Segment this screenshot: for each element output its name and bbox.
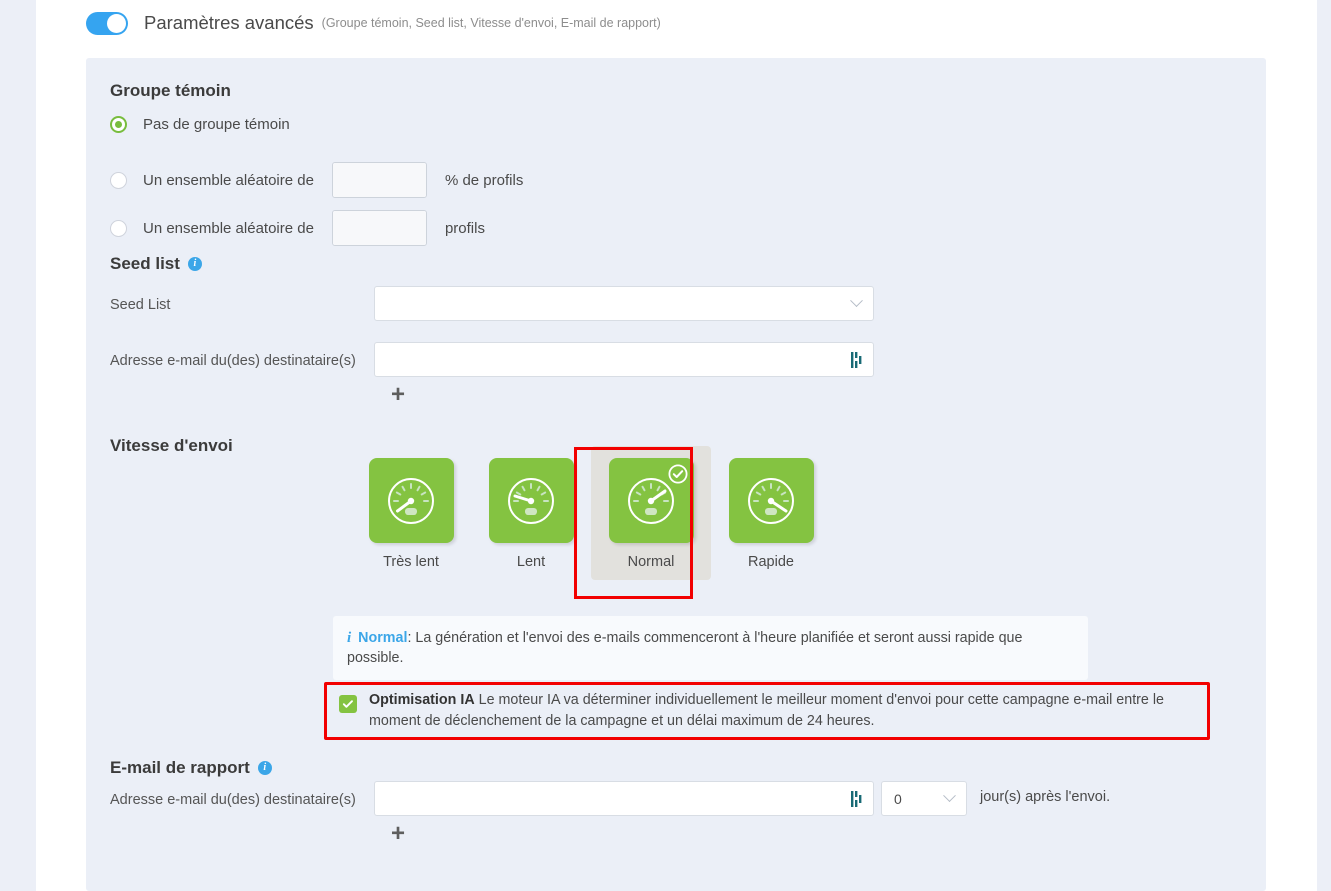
control-group-option-percent[interactable]: Un ensemble aléatoire de % de profils (110, 162, 523, 198)
seed-recipient-label: Adresse e-mail du(des) destinataire(s) (110, 353, 356, 369)
profiles-unit-label: profils (444, 219, 485, 237)
left-page-strip (0, 0, 36, 891)
speed-info-text: : La génération et l'envoi des e-mails c… (347, 630, 1023, 666)
toggle-knob (107, 13, 126, 33)
gauge-icon (388, 477, 434, 524)
info-icon[interactable]: i (187, 257, 202, 271)
report-recipient-label: Adresse e-mail du(des) destinataire(s) (110, 792, 356, 808)
speed-option-rapide[interactable]: Rapide (711, 446, 831, 580)
speed-label-rapide: Rapide (748, 554, 794, 570)
ai-optimisation-checkbox[interactable] (339, 695, 357, 713)
percent-stepper[interactable] (331, 162, 427, 198)
speed-label-lent: Lent (516, 554, 546, 570)
ai-optimisation-text: Optimisation IA Le moteur IA va détermin… (369, 690, 1193, 732)
profiles-stepper[interactable] (331, 210, 427, 246)
profiles-input[interactable] (332, 211, 426, 245)
report-email-heading: E-mail de rapport i (110, 758, 272, 778)
speed-card-tres-lent[interactable] (368, 458, 454, 543)
gauge-icon (508, 477, 554, 524)
report-recipient-email-input[interactable] (387, 782, 849, 815)
speed-card-lent[interactable] (488, 458, 574, 543)
report-recipient-email-field[interactable] (374, 781, 874, 816)
selected-check-icon (667, 464, 688, 484)
seed-recipient-email-field[interactable] (374, 342, 874, 377)
radio-no-control-group[interactable] (110, 116, 127, 133)
radio-random-percent-label: Un ensemble aléatoire de (143, 171, 314, 189)
seed-recipient-email-input[interactable] (387, 343, 849, 376)
radio-no-control-group-label: Pas de groupe témoin (143, 116, 290, 133)
speed-card-normal[interactable] (608, 458, 694, 543)
personalization-icon[interactable] (849, 351, 865, 369)
report-add-recipient-button[interactable]: + (391, 822, 405, 846)
control-group-heading: Groupe témoin (110, 81, 231, 101)
report-email-heading-label: E-mail de rapport (110, 758, 250, 777)
advanced-settings-header: Paramètres avancés (Groupe témoin, Seed … (86, 0, 1266, 46)
personalization-icon[interactable] (849, 790, 865, 808)
speed-option-lent[interactable]: Lent (471, 446, 591, 580)
report-days-suffix: jour(s) après l'envoi. (980, 789, 1111, 805)
radio-random-profiles-label: Un ensemble aléatoire de (143, 219, 314, 237)
speed-option-normal[interactable]: Normal (591, 446, 711, 580)
sending-speed-heading-label: Vitesse d'envoi (110, 436, 233, 455)
page-subtitle: (Groupe témoin, Seed list, Vitesse d'env… (321, 16, 661, 30)
percent-unit-label: % de profils (444, 171, 524, 189)
radio-random-profiles[interactable] (110, 219, 127, 237)
speed-card-rapide[interactable] (728, 458, 814, 543)
control-group-option-profiles[interactable]: Un ensemble aléatoire de profils (110, 210, 485, 246)
report-days-select[interactable]: 0 (881, 781, 967, 816)
info-glyph-icon: i (347, 630, 352, 646)
advanced-settings-toggle[interactable] (86, 11, 128, 35)
seed-list-field-label: Seed List (110, 297, 171, 313)
radio-random-percent[interactable] (110, 171, 127, 189)
page-title: Paramètres avancés (144, 12, 314, 33)
check-icon (342, 700, 353, 708)
speed-label-normal: Normal (627, 554, 675, 570)
ai-optimisation-description: Le moteur IA va déterminer individuellem… (369, 692, 1164, 729)
report-days-value: 0 (894, 790, 902, 807)
right-page-strip (1317, 0, 1331, 891)
seed-add-recipient-button[interactable]: + (391, 383, 405, 407)
seed-list-heading: Seed list i (110, 254, 202, 274)
ai-optimisation-row[interactable]: Optimisation IA Le moteur IA va détermin… (331, 687, 1203, 735)
control-group-option-none[interactable]: Pas de groupe témoin (110, 116, 290, 133)
sending-speed-heading: Vitesse d'envoi (110, 436, 233, 456)
speed-info-strong: Normal (358, 630, 408, 646)
chevron-down-icon (943, 789, 956, 803)
sending-speed-options: Très lent Lent Normal Rapide (351, 446, 831, 580)
seed-list-select[interactable] (374, 286, 874, 321)
speed-label-tres-lent: Très lent (383, 554, 439, 570)
speed-option-tres-lent[interactable]: Très lent (351, 446, 471, 580)
ai-optimisation-title: Optimisation IA (369, 692, 475, 708)
control-group-heading-label: Groupe témoin (110, 81, 231, 100)
advanced-settings-panel: Groupe témoin Pas de groupe témoin Un en… (86, 58, 1266, 891)
chevron-down-icon (850, 294, 863, 308)
seed-list-heading-label: Seed list (110, 254, 180, 273)
percent-input[interactable] (332, 163, 426, 197)
info-icon[interactable]: i (257, 761, 272, 775)
gauge-icon (748, 477, 794, 524)
speed-info-box: i Normal: La génération et l'envoi des e-… (333, 616, 1088, 680)
